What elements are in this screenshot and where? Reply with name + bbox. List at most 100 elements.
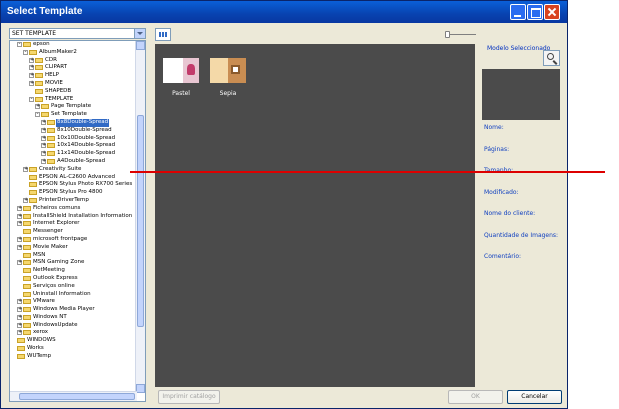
tree-item[interactable]: + HELP [10, 72, 137, 80]
expand-icon[interactable]: + [29, 73, 34, 79]
thumbnail-view-icon[interactable] [155, 28, 171, 41]
scroll-down-arrow-icon[interactable] [136, 384, 145, 393]
zoom-slider-thumb[interactable] [445, 31, 450, 38]
tree-item[interactable]: + Creativity Suite [10, 166, 137, 174]
expand-icon[interactable]: + [41, 127, 46, 133]
tree-item[interactable]: NetMeeting [10, 267, 137, 275]
tree-item[interactable]: + CLIPART [10, 64, 137, 72]
expand-icon[interactable]: + [23, 197, 28, 203]
expand-icon[interactable]: + [17, 314, 22, 320]
folder-icon [17, 353, 25, 359]
tree-item[interactable]: - epson [10, 41, 137, 49]
template-type-dropdown[interactable]: SET TEMPLATE [9, 28, 146, 39]
tree-item[interactable]: + PrinterDriverTemp [10, 197, 137, 205]
tree-item[interactable]: Outlook Express [10, 275, 137, 283]
tree-item[interactable]: + CDR [10, 57, 137, 65]
template-item-sepia[interactable]: Sepia [210, 58, 246, 97]
zoom-slider[interactable] [445, 31, 477, 39]
tree-item[interactable]: WINDOWS [10, 337, 137, 345]
expand-icon[interactable]: + [41, 135, 46, 141]
tree-item[interactable]: Uninstall Information [10, 291, 137, 299]
expand-icon[interactable]: + [17, 260, 22, 266]
expand-icon[interactable]: + [17, 221, 22, 227]
expand-icon[interactable]: + [29, 57, 34, 63]
tree-item[interactable]: Serviços online [10, 283, 137, 291]
tree-item[interactable]: + WindowsUpdate [10, 322, 137, 330]
tree-scroll-thumb[interactable] [137, 115, 144, 327]
tree-item[interactable]: + microsoft frontpage [10, 236, 137, 244]
title-bar[interactable]: Select Template [1, 1, 567, 23]
expand-icon[interactable]: + [29, 65, 34, 71]
tree-item[interactable]: + VMware [10, 298, 137, 306]
tree-horizontal-scrollbar[interactable] [10, 391, 137, 401]
maximize-button[interactable] [527, 4, 543, 20]
tree-item[interactable]: +8x10Double-Spread [10, 127, 137, 135]
preview-search-button[interactable] [543, 50, 560, 66]
expand-icon[interactable]: + [17, 213, 22, 219]
cancel-button[interactable]: Cancelar [507, 390, 562, 404]
tree-item[interactable]: Works [10, 345, 137, 353]
chevron-down-icon[interactable] [134, 29, 145, 38]
tree-item[interactable]: - AlbumMaker2 [10, 49, 137, 57]
tree-item[interactable]: + Movie Maker [10, 244, 137, 252]
template-item-pastel[interactable]: Pastel [163, 58, 199, 97]
tree-item[interactable]: + Windows NT [10, 314, 137, 322]
tree-item[interactable]: EPSON Stylus Photo RX700 Series [10, 181, 137, 189]
name-label: Nome: [484, 124, 504, 131]
tree-item[interactable]: + MOVIE [10, 80, 137, 88]
sepia-thumbnail[interactable] [210, 58, 246, 83]
tree-item[interactable]: - Set Template [10, 111, 137, 119]
expand-icon[interactable]: + [23, 166, 28, 172]
tree-vertical-scrollbar[interactable] [135, 41, 145, 393]
close-button[interactable] [544, 4, 560, 20]
collapse-icon[interactable]: - [17, 42, 22, 47]
tree-hscroll-thumb[interactable] [19, 393, 135, 400]
tree-item[interactable]: Messenger [10, 228, 137, 236]
expand-icon[interactable]: + [17, 205, 22, 211]
expand-icon[interactable]: + [17, 330, 22, 336]
tree-item[interactable]: +10x10Double-Spread [10, 135, 137, 143]
tree-item[interactable]: +11x14Double-Spread [10, 150, 137, 158]
tree-item[interactable]: MSN [10, 252, 137, 260]
folder-tree[interactable]: - epson - AlbumMaker2 + CDR + CLIPART + HELP + MOVI… [9, 40, 146, 402]
tree-item[interactable]: + Internet Explorer [10, 220, 137, 228]
expand-icon[interactable]: + [17, 307, 22, 313]
expand-icon[interactable]: + [41, 143, 46, 149]
expand-icon[interactable]: + [41, 119, 46, 125]
collapse-icon[interactable]: - [35, 112, 40, 118]
collapse-icon[interactable]: - [29, 96, 34, 102]
tree-item[interactable]: +10x14Double-Spread [10, 142, 137, 150]
minimize-button[interactable] [510, 4, 526, 20]
expand-icon[interactable]: + [17, 236, 22, 242]
folder-icon [23, 244, 31, 250]
search-icon-handle [552, 60, 558, 65]
expand-icon[interactable]: + [35, 104, 40, 110]
tree-item[interactable]: EPSON AL-C2600 Advanced [10, 174, 137, 182]
tree-item-label: EPSON Stylus Pro 4800 [39, 189, 103, 196]
expand-icon[interactable]: + [29, 80, 34, 86]
tree-item[interactable]: EPSON Stylus Pro 4800 [10, 189, 137, 197]
tree-item[interactable]: + Windows Media Player [10, 306, 137, 314]
tree-item[interactable]: - TEMPLATE [10, 96, 137, 104]
tree-item[interactable]: + Ficheiros comuns [10, 205, 137, 213]
expand-icon[interactable]: + [41, 151, 46, 157]
expand-icon[interactable]: + [17, 244, 22, 250]
expand-icon[interactable]: + [17, 299, 22, 305]
tree-item[interactable]: + xerox [10, 329, 137, 337]
tree-item[interactable]: + InstallShield Installation Information [10, 213, 137, 221]
expand-icon[interactable]: + [41, 158, 46, 164]
pastel-thumbnail[interactable] [163, 58, 199, 83]
tree-item[interactable]: SHAPEDB [10, 88, 137, 96]
scroll-up-arrow-icon[interactable] [136, 41, 145, 50]
tree-item[interactable]: +8x8Double-Spread [10, 118, 137, 127]
print-catalog-button[interactable]: Imprimir catálogo [158, 390, 220, 404]
template-name: Pastel [172, 90, 190, 97]
folder-icon [47, 119, 55, 125]
tree-item[interactable]: + Page Template [10, 103, 137, 111]
tree-item[interactable]: WUTemp [10, 353, 137, 361]
expand-icon[interactable]: + [17, 322, 22, 328]
tree-item[interactable]: + MSN Gaming Zone [10, 259, 137, 267]
tree-item[interactable]: + A4Double-Spread [10, 158, 137, 166]
collapse-icon[interactable]: - [23, 49, 28, 55]
ok-button[interactable]: OK [448, 390, 503, 404]
